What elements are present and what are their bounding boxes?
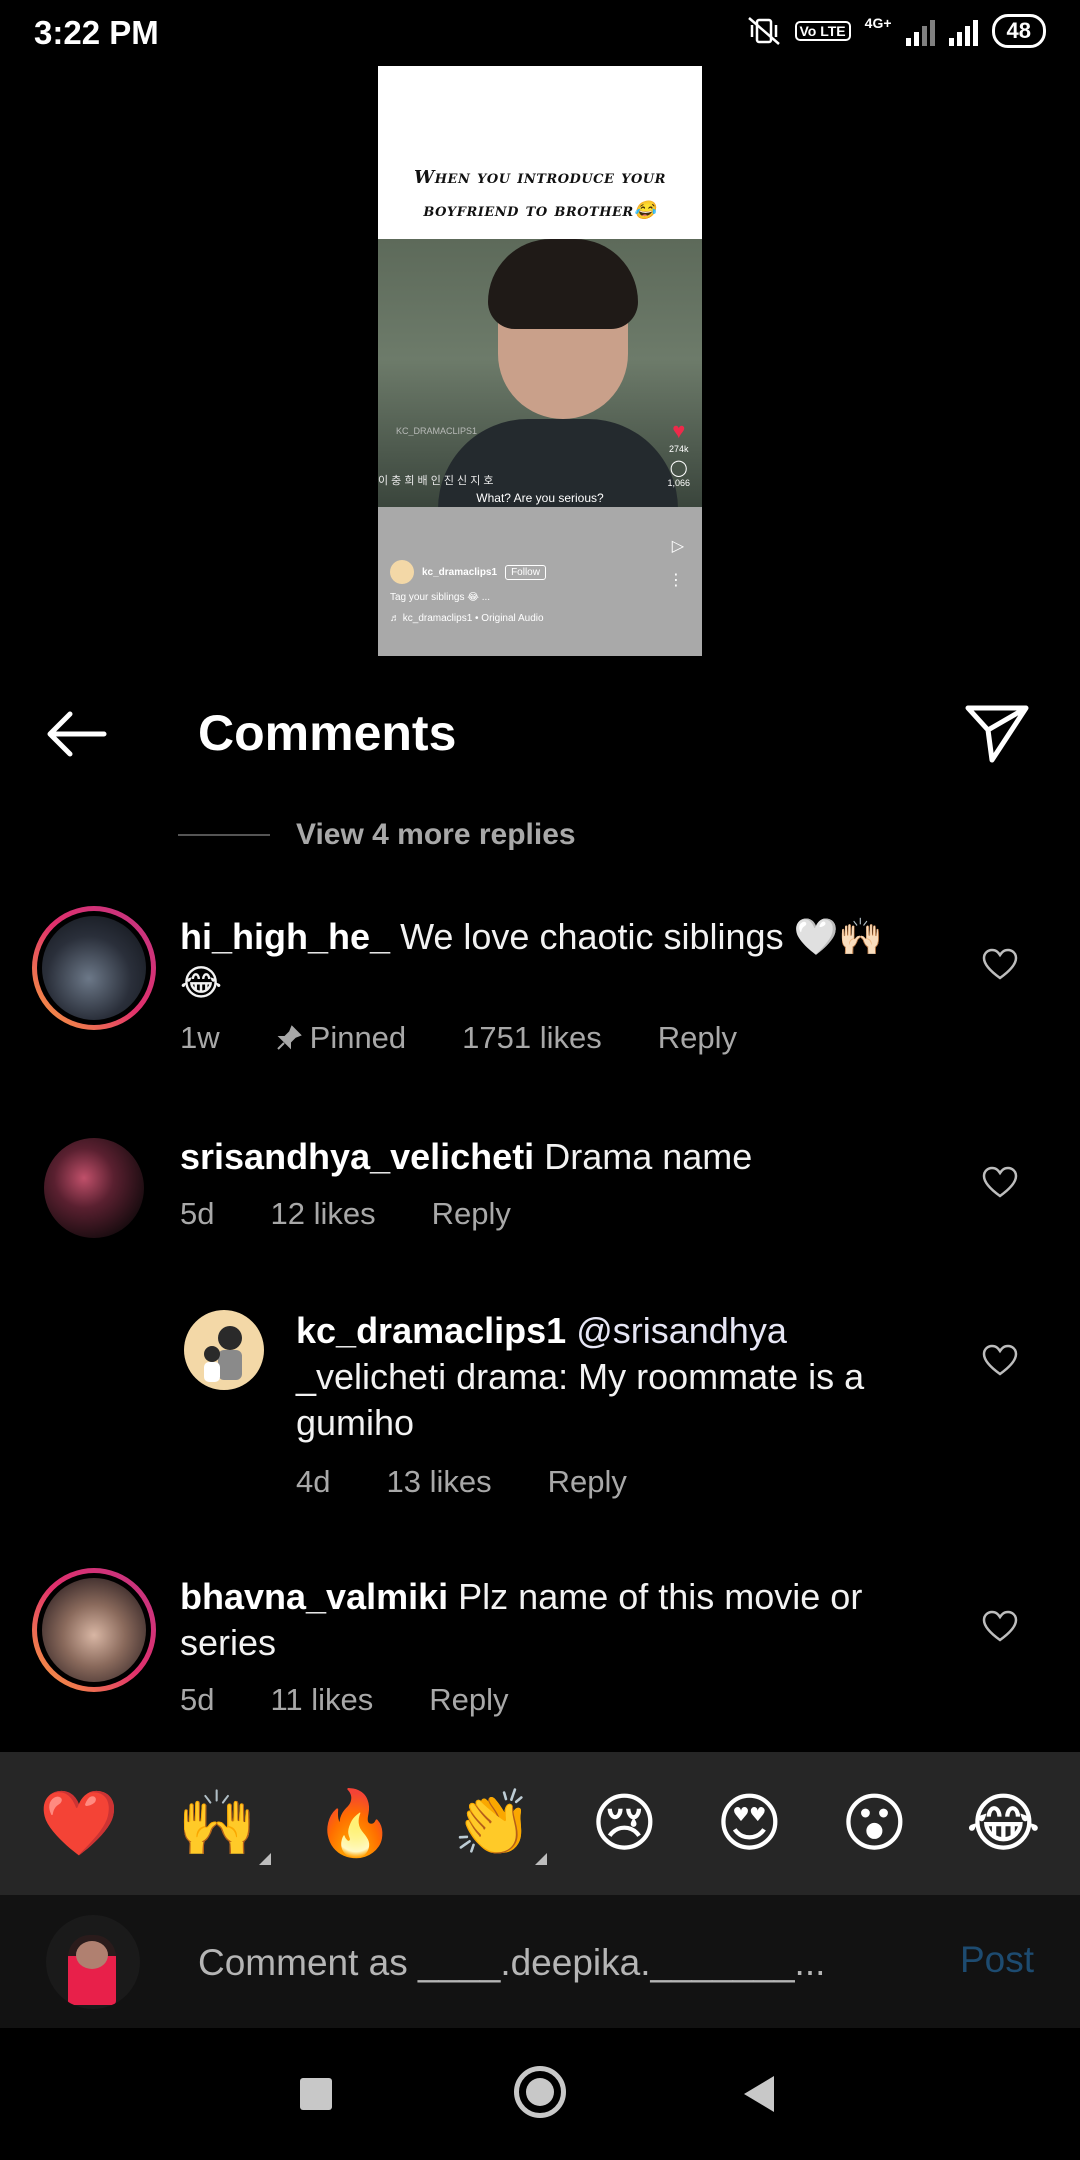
comment-time: 4d	[296, 1464, 331, 1499]
comment-input[interactable]	[198, 1933, 918, 1993]
page-title: Comments	[198, 705, 457, 761]
heart-outline-icon[interactable]	[982, 948, 1018, 980]
reel-account: kc_dramaclips1	[422, 566, 498, 578]
follow-button[interactable]: Follow	[505, 564, 546, 580]
comment-likes[interactable]: 12 likes	[270, 1196, 375, 1232]
reel-credits: 이 충 희 배 인 진 신 지 호	[378, 475, 494, 487]
reply-button[interactable]: Reply	[432, 1196, 511, 1232]
comment-text: bhavna_valmiki Plz name of this movie or…	[180, 1576, 863, 1663]
comment-likes[interactable]: 13 likes	[386, 1464, 491, 1500]
signal-icon	[905, 16, 935, 46]
fire-emoji[interactable]: 🔥	[315, 1791, 395, 1855]
pin-icon	[276, 1025, 302, 1050]
comment-item: bhavna_valmiki Plz name of this movie or…	[0, 1568, 1080, 1728]
system-nav-bar	[0, 2028, 1080, 2160]
share-icon: ▷	[671, 538, 684, 555]
reel-audio: ♬ kc_dramaclips1 • Original Audio	[390, 613, 544, 624]
heart-outline-icon[interactable]	[982, 1610, 1018, 1642]
reel-video-frame	[378, 239, 702, 519]
reel-likes: ♥ 274k ◯ 1,066	[667, 418, 690, 488]
crying-face-emoji[interactable]: 😢	[591, 1791, 658, 1855]
recent-apps-button[interactable]	[300, 2078, 332, 2110]
comment-meta: 1w Pinned 1751 likes Reply	[180, 1020, 737, 1056]
comment-icon: ◯	[669, 460, 688, 477]
avatar[interactable]	[32, 1568, 156, 1692]
signal-icon-2	[948, 16, 978, 46]
skin-tone-indicator	[534, 1853, 547, 1865]
pinned-badge: Pinned	[276, 1020, 406, 1056]
emoji-quick-bar: ❤️ 🙌 🔥 👏 😢 😍 😮 😂	[0, 1752, 1080, 1894]
home-button[interactable]	[514, 2066, 566, 2118]
avatar[interactable]	[184, 1310, 264, 1390]
post-button[interactable]: Post	[960, 1939, 1034, 1981]
comment-likes[interactable]: 11 likes	[270, 1682, 373, 1718]
comment-text: hi_high_he_ We love chaotic siblings 🤍🙌🏻…	[180, 916, 884, 1003]
skin-tone-indicator	[258, 1853, 271, 1865]
comment-username[interactable]: hi_high_he_	[180, 916, 390, 957]
reel-watermark: KC_DRAMACLIPS1	[396, 426, 478, 436]
comment-username[interactable]: srisandhya_velicheti	[180, 1136, 534, 1177]
comment-meta: 5d 12 likes Reply	[180, 1196, 511, 1232]
reply-item: kc_dramaclips1 @srisandhya _velicheti dr…	[0, 1306, 1080, 1506]
status-bar: 3:22 PM Vo LTE 4G+ 48	[0, 0, 1080, 66]
volte-icon: Vo LTE	[794, 21, 851, 41]
heart-icon: ♥	[672, 418, 686, 443]
comment-time: 5d	[180, 1196, 215, 1231]
reel-post-caption: Tag your siblings 😂 ...	[390, 592, 491, 603]
mention-link[interactable]: @srisandhya	[576, 1310, 787, 1351]
battery-icon: 48	[991, 14, 1046, 48]
heart-eyes-emoji[interactable]: 😍	[716, 1791, 783, 1855]
current-user-avatar	[46, 1915, 140, 2009]
comment-meta: 5d 11 likes Reply	[180, 1682, 509, 1718]
clapping-hands-emoji[interactable]: 👏	[453, 1791, 547, 1865]
comment-meta: 4d 13 likes Reply	[296, 1464, 627, 1500]
comment-username[interactable]: kc_dramaclips1	[296, 1310, 566, 1351]
status-icons: Vo LTE 4G+ 48	[747, 14, 1046, 48]
comment-composer: Post	[0, 1894, 1080, 2028]
reel-preview[interactable]: When you introduce your boyfriend to bro…	[378, 66, 702, 656]
send-icon[interactable]	[964, 702, 1030, 764]
comment-username[interactable]: bhavna_valmiki	[180, 1576, 448, 1617]
laughing-tears-emoji[interactable]: 😂	[966, 1791, 1041, 1855]
vibrate-off-icon	[747, 17, 780, 45]
comments-header: Comments	[0, 680, 1080, 784]
reel-subtitle: What? Are you serious?	[476, 491, 604, 505]
status-time: 3:22 PM	[34, 14, 159, 51]
comment-text: srisandhya_velicheti Drama name	[180, 1136, 753, 1177]
avatar	[390, 560, 414, 584]
reply-button[interactable]: Reply	[658, 1020, 737, 1056]
network-type: 4G+	[864, 15, 892, 31]
comment-likes[interactable]: 1751 likes	[462, 1020, 602, 1056]
heart-outline-icon[interactable]	[982, 1166, 1018, 1198]
reel-caption-overlay: When you introduce your boyfriend to bro…	[414, 167, 666, 221]
reel-info: kc_dramaclips1 Follow Tag your siblings …	[390, 560, 690, 624]
comment-item: srisandhya_velicheti Drama name 5d 12 li…	[0, 1130, 1080, 1270]
comment-time: 5d	[180, 1682, 215, 1717]
comment-item: hi_high_he_ We love chaotic siblings 🤍🙌🏻…	[0, 906, 1080, 1076]
reply-button[interactable]: Reply	[429, 1682, 508, 1718]
raising-hands-emoji[interactable]: 🙌	[177, 1791, 271, 1865]
view-more-replies[interactable]: View 4 more replies	[178, 818, 576, 852]
red-heart-emoji[interactable]: ❤️	[39, 1791, 119, 1855]
back-arrow-icon[interactable]	[44, 710, 108, 758]
avatar[interactable]	[32, 906, 156, 1030]
reply-button[interactable]: Reply	[548, 1464, 627, 1500]
avatar[interactable]	[44, 1138, 144, 1238]
comment-time: 1w	[180, 1020, 220, 1055]
heart-outline-icon[interactable]	[982, 1344, 1018, 1376]
system-back-button[interactable]	[744, 2076, 774, 2112]
surprised-face-emoji[interactable]: 😮	[841, 1791, 908, 1855]
comment-text: kc_dramaclips1 @srisandhya _velicheti dr…	[296, 1310, 865, 1443]
